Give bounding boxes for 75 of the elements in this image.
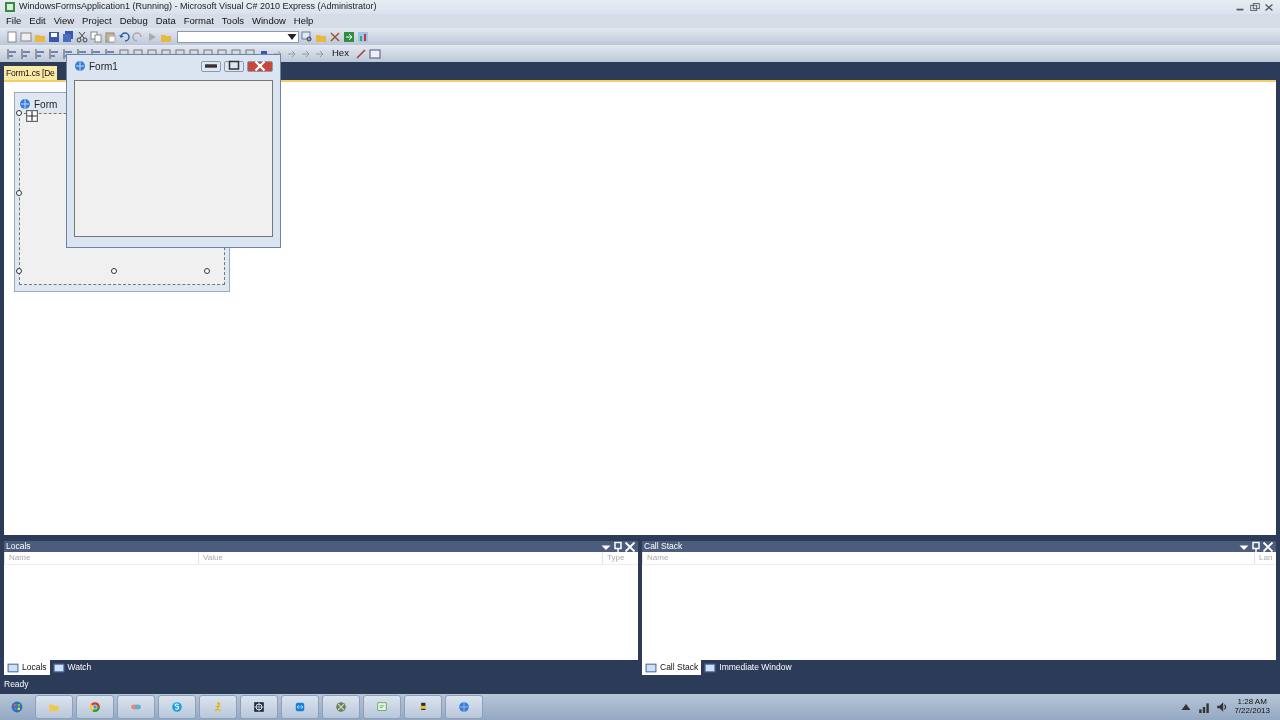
running-figure-icon bbox=[212, 701, 224, 713]
align-icon[interactable] bbox=[34, 47, 46, 60]
panel-tab[interactable]: Watch bbox=[49, 660, 95, 675]
window-icon bbox=[7, 661, 19, 674]
document-tab[interactable]: Form1.cs [De bbox=[4, 66, 57, 80]
resize-handle[interactable] bbox=[16, 110, 22, 116]
new-file-icon[interactable] bbox=[6, 30, 18, 43]
close-icon[interactable] bbox=[624, 540, 636, 553]
panel-title: Call Stack bbox=[644, 540, 684, 553]
maximize-icon bbox=[228, 60, 240, 72]
menu-item[interactable]: Window bbox=[248, 13, 290, 29]
panel-tab[interactable]: Immediate Window bbox=[701, 660, 795, 675]
menu-item[interactable]: Help bbox=[289, 13, 318, 29]
paste-icon[interactable] bbox=[104, 30, 116, 43]
move-icon[interactable] bbox=[26, 110, 38, 122]
clock-date[interactable]: 7/22/2013 bbox=[1234, 707, 1270, 716]
globe-icon bbox=[19, 98, 31, 110]
align-icon[interactable] bbox=[6, 47, 18, 60]
align-icon[interactable] bbox=[62, 47, 74, 60]
chat-icon bbox=[171, 701, 183, 713]
play-icon[interactable] bbox=[146, 30, 158, 43]
minimize-button[interactable] bbox=[201, 60, 221, 72]
window-icon bbox=[52, 661, 65, 674]
close-icon[interactable] bbox=[1262, 540, 1274, 553]
window-icon bbox=[645, 661, 657, 674]
status-text: Ready bbox=[4, 678, 30, 692]
code-window-icon bbox=[376, 701, 388, 713]
save-all-icon[interactable] bbox=[62, 30, 74, 43]
arrow-icon[interactable] bbox=[342, 30, 355, 43]
close-icon[interactable] bbox=[1263, 1, 1275, 13]
undo-icon[interactable] bbox=[118, 30, 130, 43]
volume-icon[interactable] bbox=[1216, 701, 1229, 713]
window-icon bbox=[704, 661, 717, 674]
browser-icon bbox=[89, 701, 101, 713]
resize-handle[interactable] bbox=[111, 268, 117, 274]
resize-handle[interactable] bbox=[204, 268, 210, 274]
window-title: WindowsFormsApplication1 (Running) - Microsoft Visual C# 2010 Express (Administrator) bbox=[19, 0, 377, 14]
clock-time[interactable]: 1:28 AM bbox=[1237, 698, 1267, 707]
app-icon bbox=[4, 1, 16, 13]
menu-item[interactable]: Project bbox=[78, 13, 116, 29]
menu-item[interactable]: Edit bbox=[25, 13, 50, 29]
arrows-icon bbox=[294, 701, 306, 713]
chart-icon[interactable] bbox=[356, 30, 369, 43]
resize-handle[interactable] bbox=[16, 268, 22, 274]
window-icon[interactable] bbox=[20, 30, 32, 43]
windows-logo-icon bbox=[11, 701, 23, 713]
panel-title: Locals bbox=[6, 540, 32, 553]
cut-icon[interactable] bbox=[76, 30, 88, 43]
restore-icon[interactable] bbox=[1248, 1, 1261, 13]
panel-tab[interactable]: Call Stack bbox=[642, 660, 702, 675]
resize-handle[interactable] bbox=[16, 190, 22, 196]
dropdown-field[interactable] bbox=[176, 30, 299, 43]
form-title: Form bbox=[34, 97, 58, 112]
menu-item[interactable]: Format bbox=[179, 13, 218, 29]
globe-icon bbox=[458, 701, 470, 713]
panel-tab[interactable]: Locals bbox=[4, 660, 50, 675]
align-icon[interactable] bbox=[20, 47, 32, 60]
menu-item[interactable]: File bbox=[2, 13, 26, 29]
save-icon[interactable] bbox=[48, 30, 60, 43]
hex-button[interactable]: Hex bbox=[328, 46, 353, 61]
window-icon[interactable] bbox=[368, 47, 381, 60]
crosshair-icon bbox=[253, 701, 265, 713]
taskbar-button[interactable] bbox=[240, 695, 278, 719]
menu-item[interactable]: View bbox=[49, 13, 79, 29]
network-icon[interactable] bbox=[1198, 701, 1211, 713]
find-icon[interactable] bbox=[300, 30, 313, 43]
menu-item[interactable]: Tools bbox=[217, 13, 249, 29]
close-icon bbox=[254, 60, 266, 72]
menu-item[interactable]: Data bbox=[151, 13, 180, 29]
close-button[interactable] bbox=[247, 60, 273, 72]
maximize-button[interactable] bbox=[224, 60, 244, 72]
menu-item[interactable]: Debug bbox=[115, 13, 152, 29]
align-icon[interactable] bbox=[48, 47, 60, 60]
form-title: Form1 bbox=[89, 59, 119, 74]
globe-icon bbox=[74, 60, 86, 72]
